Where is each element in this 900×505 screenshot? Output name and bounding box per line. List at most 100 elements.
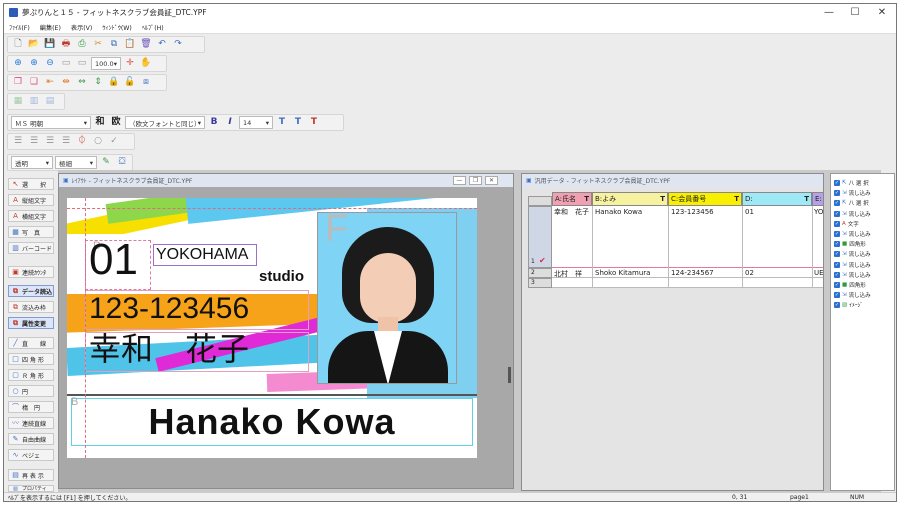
checkbox-checked-icon[interactable]: ✓ xyxy=(834,271,840,278)
tool-freehand[interactable]: ✎ 自由曲線 xyxy=(8,433,54,445)
text-align-icon[interactable]: T xyxy=(275,116,289,130)
layout-close-button[interactable]: ✕ xyxy=(485,176,498,185)
page-icon[interactable]: ▭ xyxy=(59,57,73,71)
menu-help[interactable]: ﾍﾙﾌﾟ(H) xyxy=(137,23,169,32)
layer-item[interactable]: ✓ ⇱ 八 選 択 xyxy=(831,178,894,188)
zoom-fit-icon[interactable]: ⊕ xyxy=(11,57,25,71)
layer-item[interactable]: ✓ ■ 四角形 xyxy=(831,280,894,290)
cell-e[interactable]: UE xyxy=(814,269,823,277)
grid-corner[interactable] xyxy=(528,196,552,206)
align-left-icon[interactable]: ⇤ xyxy=(43,76,57,90)
save-icon[interactable]: 💾 xyxy=(43,38,57,52)
maximize-button[interactable]: ☐ xyxy=(842,4,868,21)
cell-d[interactable]: 02 xyxy=(745,269,754,277)
cell-member-id[interactable]: 123-123456 xyxy=(671,208,714,216)
tool-barcode[interactable]: ▥ バーコード xyxy=(8,242,54,254)
zoom-out-icon[interactable]: ⊖ xyxy=(43,57,57,71)
zoom-in-icon[interactable]: ⊕ xyxy=(27,57,41,71)
crosshair-icon[interactable]: ✛ xyxy=(123,57,137,71)
checkbox-checked-icon[interactable]: ✓ xyxy=(834,180,840,187)
page-width-icon[interactable]: ▭ xyxy=(75,57,89,71)
copy-icon[interactable]: ⧉ xyxy=(107,38,121,52)
name-roman-frame[interactable]: Hanako Kowa xyxy=(71,398,473,446)
eu-font-button[interactable]: 欧 xyxy=(109,116,123,130)
open-file-icon[interactable]: 📂 xyxy=(27,38,41,52)
distribute-h-icon[interactable]: ⇔ xyxy=(75,76,89,90)
italic-button[interactable]: I xyxy=(223,116,237,130)
layer-item[interactable]: ✓ ⇲ 流し込み xyxy=(831,229,894,239)
justify-icon[interactable]: ☰ xyxy=(59,135,73,149)
checkbox-checked-icon[interactable]: ✓ xyxy=(834,210,840,217)
menu-view[interactable]: 表示(V) xyxy=(66,23,97,32)
tool-vertical-text[interactable]: A 縦組文字 xyxy=(8,194,54,206)
tool-polyline[interactable]: 〰連続直線 xyxy=(8,417,54,429)
lock-icon[interactable]: 🔒 xyxy=(107,76,121,90)
tool-counter[interactable]: ▣ 連続ｶｳﾝﾀ xyxy=(8,266,54,278)
cut-icon[interactable]: ✂ xyxy=(91,38,105,52)
align-bottom-icon[interactable]: ☰ xyxy=(43,135,57,149)
font-name-combo[interactable]: ＭＳ 明朝 ▾ xyxy=(11,116,91,129)
distribute-v-icon[interactable]: ⇕ xyxy=(91,76,105,90)
menu-edit[interactable]: 編集(E) xyxy=(35,23,66,32)
cell-e[interactable]: YO xyxy=(814,208,823,216)
group-icon[interactable]: ⧈ xyxy=(139,76,153,90)
cell-reading[interactable]: Shoko Kitamura xyxy=(595,269,650,277)
redo-icon[interactable]: ↷ xyxy=(171,38,185,52)
cell-d[interactable]: 01 xyxy=(745,208,754,216)
print-icon[interactable]: 🖶 xyxy=(59,38,73,52)
vertical-guide[interactable] xyxy=(85,198,86,458)
zoom-combo[interactable]: 100.0 ▾ xyxy=(91,57,121,70)
layer-item[interactable]: ✓ ⇲ 流し込み xyxy=(831,249,894,259)
text-color-icon[interactable]: T xyxy=(307,116,321,130)
tool-flow-frame[interactable]: ⧉ 流込み枠 xyxy=(8,301,54,313)
layer-item[interactable]: ✓ ▧ ｲﾒｰｼﾞ xyxy=(831,300,894,310)
checkbox-checked-icon[interactable]: ✓ xyxy=(834,241,840,248)
cell-name[interactable]: 幸和 花子 xyxy=(554,208,590,216)
align-middle-icon[interactable]: ☰ xyxy=(27,135,41,149)
tool-rectangle[interactable]: □ 四 角 形 xyxy=(8,353,54,365)
align-center-icon[interactable]: ⇹ xyxy=(59,76,73,90)
tool-data-read[interactable]: ⧉ データ読込 xyxy=(8,285,54,297)
layer-item[interactable]: ✓ A 文字 xyxy=(831,219,894,229)
tool-photo[interactable]: ▦ 写 真 xyxy=(8,226,54,238)
layer-item[interactable]: ✓ ⇱ 八 選 択 xyxy=(831,198,894,208)
guide-icon[interactable]: ▥ xyxy=(27,95,41,109)
tool-properties[interactable]: ▧ プロパティ xyxy=(8,485,54,492)
unlock-icon[interactable]: 🔓 xyxy=(123,76,137,90)
checkbox-checked-icon[interactable]: ✓ xyxy=(834,292,840,299)
text-vertical-icon[interactable]: T xyxy=(291,116,305,130)
kana-font-button[interactable]: 和 xyxy=(93,116,107,130)
cell-name[interactable]: 北村 祥 xyxy=(554,269,582,279)
tool-horizontal-text[interactable]: A 横組文字 xyxy=(8,210,54,222)
layer-item[interactable]: ✓ ⇲ 流し込み xyxy=(831,290,894,300)
grid-icon[interactable]: ▦ xyxy=(11,95,25,109)
tool-bezier[interactable]: ∿ ベジェ xyxy=(8,449,54,461)
column-header-b[interactable]: B:よみ T xyxy=(592,192,668,206)
column-header-d[interactable]: D: T xyxy=(742,192,812,206)
checkbox-checked-icon[interactable]: ✓ xyxy=(834,200,840,207)
tool-line[interactable]: ╱ 直 線 xyxy=(8,337,54,349)
pen-icon[interactable]: ✎ xyxy=(99,156,113,170)
layout-canvas[interactable]: F D 01 YOKOHAMA studio 123-123456 幸和 花子 xyxy=(59,187,513,488)
snap-icon[interactable]: ▤ xyxy=(43,95,57,109)
tool-select[interactable]: ↖ 選 択 xyxy=(8,178,54,190)
paste-icon[interactable]: 📋 xyxy=(123,38,137,52)
tool-attribute-change[interactable]: ⧉ 属性変更 xyxy=(8,317,54,329)
undo-icon[interactable]: ↶ xyxy=(155,38,169,52)
tool-rounded-rect[interactable]: ▢ Ｒ 角 形 xyxy=(8,369,54,381)
checkbox-checked-icon[interactable]: ✓ xyxy=(834,190,840,197)
layer-item[interactable]: ✓ ■ 四角形 xyxy=(831,239,894,249)
tool-ellipse[interactable]: ⌒ 楕 円 xyxy=(8,401,54,413)
splitter-handle[interactable] xyxy=(508,367,511,383)
menu-file[interactable]: ﾌｧｲﾙ(F) xyxy=(4,23,35,32)
hand-tool-icon[interactable]: ✋ xyxy=(139,57,153,71)
column-header-c[interactable]: C:会員番号 T xyxy=(668,192,742,206)
send-back-icon[interactable]: ❏ xyxy=(27,76,41,90)
tool-circle[interactable]: ○ 円 xyxy=(8,385,54,397)
checkbox-checked-icon[interactable]: ✓ xyxy=(834,302,840,309)
layer-item[interactable]: ✓ ⇲ 流し込み xyxy=(831,209,894,219)
menu-window[interactable]: ｳｨﾝﾄﾞｳ(W) xyxy=(97,23,137,32)
layer-item[interactable]: ✓ ⇲ 流し込み xyxy=(831,270,894,280)
horizontal-guide[interactable] xyxy=(67,208,477,209)
font-size-combo[interactable]: 14 ▾ xyxy=(239,116,273,129)
